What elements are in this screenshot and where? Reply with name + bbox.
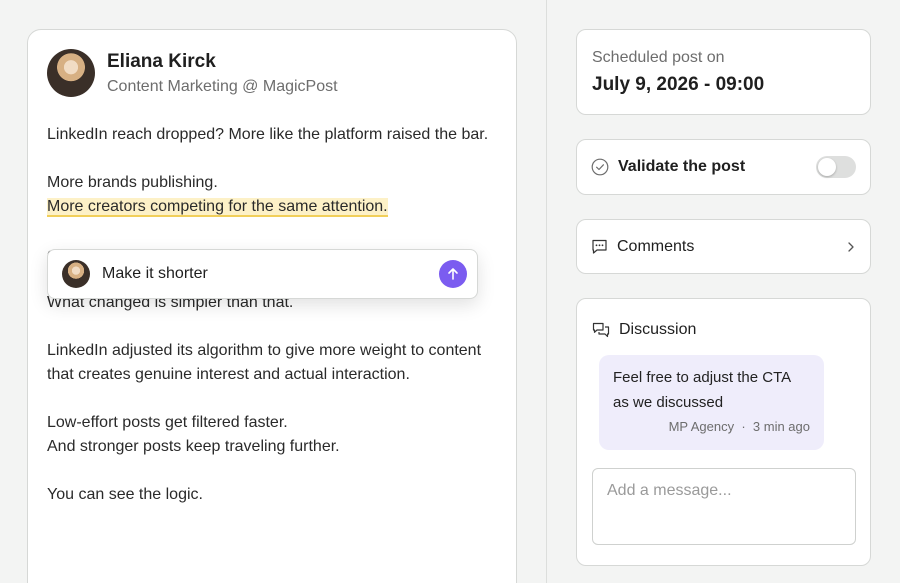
- column-divider: [546, 0, 547, 583]
- author-info: Eliana Kirck Content Marketing @ MagicPo…: [107, 50, 338, 97]
- ai-prompt-input[interactable]: Make it shorter: [102, 265, 439, 283]
- send-button[interactable]: [439, 260, 467, 288]
- schedule-label: Scheduled post on: [592, 49, 725, 66]
- post-card: Eliana Kirck Content Marketing @ MagicPo…: [27, 29, 517, 583]
- arrow-up-icon: [448, 268, 458, 280]
- post-line: LinkedIn reach dropped? More like the pl…: [47, 126, 489, 143]
- post-line: LinkedIn adjusted its algorithm to give …: [47, 342, 482, 383]
- discussion-header: Discussion: [592, 321, 855, 339]
- chevron-right-icon: [848, 241, 854, 252]
- discussion-label: Discussion: [619, 321, 697, 338]
- message-time: 3 min ago: [752, 419, 810, 434]
- message-bubble: Feel free to adjust the CTA as we discus…: [599, 355, 824, 450]
- post-body[interactable]: LinkedIn reach dropped? More like the pl…: [47, 123, 502, 507]
- author-role: Content Marketing @ MagicPost: [107, 77, 338, 95]
- post-author: Eliana Kirck Content Marketing @ MagicPo…: [47, 49, 338, 97]
- discussion-icon: [592, 322, 610, 337]
- meta-separator: ·: [741, 419, 746, 434]
- ai-rewrite-prompt[interactable]: Make it shorter: [47, 249, 478, 299]
- avatar: [62, 260, 90, 288]
- message-meta: MP Agency · 3 min ago: [613, 419, 810, 434]
- comment-icon: [592, 239, 607, 254]
- message-text: Feel free to adjust the CTA as we discus…: [613, 369, 791, 411]
- message-author: MP Agency: [668, 419, 735, 434]
- toggle-knob: [818, 158, 836, 176]
- discussion-card: Discussion Feel free to adjust the CTA a…: [576, 298, 871, 566]
- schedule-date: July 9, 2026 - 09:00: [592, 74, 765, 95]
- avatar: [47, 49, 95, 97]
- post-line: More brands publishing.: [47, 174, 218, 191]
- validate-toggle[interactable]: [816, 156, 856, 178]
- post-editor-page: Eliana Kirck Content Marketing @ MagicPo…: [0, 0, 900, 583]
- post-line: Low-effort posts get filtered faster.: [47, 414, 288, 431]
- schedule-card[interactable]: Scheduled post on July 9, 2026 - 09:00: [576, 29, 871, 115]
- post-line-highlighted: More creators competing for the same att…: [47, 195, 502, 219]
- comments-card[interactable]: Comments: [576, 219, 871, 274]
- post-line: And stronger posts keep traveling furthe…: [47, 438, 340, 455]
- comments-label: Comments: [617, 237, 695, 255]
- author-name: Eliana Kirck: [107, 50, 216, 72]
- validate-label: Validate the post: [618, 158, 746, 175]
- validate-card: Validate the post: [576, 139, 871, 195]
- message-input[interactable]: [592, 468, 856, 545]
- post-line: You can see the logic.: [47, 486, 203, 503]
- selected-text-highlight[interactable]: More creators competing for the same att…: [47, 198, 388, 217]
- check-circle-icon: [591, 158, 609, 176]
